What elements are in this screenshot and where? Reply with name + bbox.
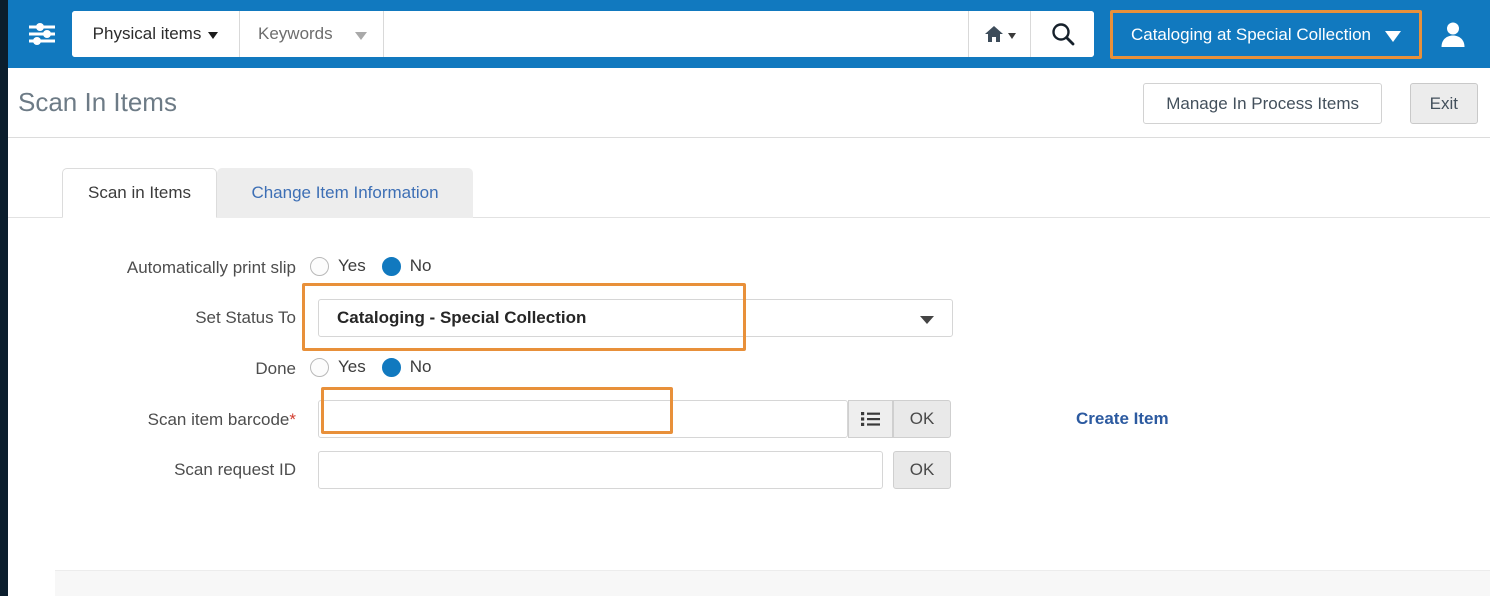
- done-radio-group: Yes No: [310, 357, 431, 377]
- chevron-down-icon: [920, 316, 934, 324]
- done-radio-no[interactable]: No: [381, 357, 432, 377]
- scan-barcode-ok-button[interactable]: OK: [893, 400, 951, 438]
- radio-label: No: [409, 256, 432, 275]
- user-avatar-icon: [1441, 22, 1465, 47]
- page-title: Scan In Items: [18, 87, 177, 117]
- set-status-label: Set Status To: [195, 308, 296, 327]
- required-marker: *: [289, 410, 296, 429]
- tab-label: Scan in Items: [88, 183, 191, 202]
- set-status-select[interactable]: Cataloging - Special Collection: [318, 299, 953, 337]
- chevron-down-icon: [208, 31, 219, 39]
- set-status-value: Cataloging - Special Collection: [337, 308, 587, 327]
- radio-label: Yes: [338, 357, 366, 376]
- institution-scope-selector[interactable]: Cataloging at Special Collection: [1110, 10, 1422, 59]
- search-scope-dropdown[interactable]: Physical items: [72, 11, 240, 57]
- radio-selected-icon: [381, 357, 401, 377]
- radio-label: Yes: [338, 256, 366, 275]
- scan-in-items-form: Automatically print slip Yes No Set Stat…: [8, 218, 1490, 596]
- chevron-down-icon: [354, 31, 367, 40]
- user-menu-button[interactable]: [1432, 14, 1474, 54]
- radio-unselected-icon: [310, 357, 329, 377]
- scan-barcode-label-text: Scan item barcode: [147, 410, 290, 429]
- search-scope-label: Physical items: [92, 24, 202, 43]
- search-button[interactable]: [1030, 11, 1094, 57]
- scan-barcode-input[interactable]: [318, 400, 848, 438]
- print-slip-radio-yes[interactable]: Yes: [310, 256, 366, 276]
- home-icon: [984, 26, 1003, 42]
- tab-strip: Scan in Items Change Item Information: [8, 168, 1490, 218]
- left-nav-rail: [0, 0, 8, 596]
- chevron-down-icon: [1007, 33, 1016, 39]
- done-label: Done: [255, 359, 296, 378]
- print-slip-radio-no[interactable]: No: [381, 256, 432, 276]
- list-icon: [861, 412, 880, 426]
- search-field-dropdown[interactable]: Keywords: [240, 11, 384, 57]
- create-item-link[interactable]: Create Item: [1076, 409, 1169, 429]
- top-header-bar: Physical items Keywords Cataloging at Sp…: [0, 0, 1490, 68]
- print-slip-radio-group: Yes No: [310, 256, 431, 276]
- search-icon: [1051, 23, 1074, 46]
- print-slip-label: Automatically print slip: [126, 258, 296, 277]
- scan-request-input[interactable]: [318, 451, 883, 489]
- barcode-list-button[interactable]: [848, 400, 893, 438]
- home-button[interactable]: [968, 11, 1030, 57]
- search-input[interactable]: [384, 11, 968, 57]
- radio-selected-icon: [381, 256, 401, 276]
- tab-change-item-information[interactable]: Change Item Information: [217, 168, 473, 218]
- scan-barcode-label: Scan item barcode*: [56, 410, 296, 430]
- radio-label: No: [409, 357, 432, 376]
- scan-request-label: Scan request ID: [174, 460, 296, 479]
- scan-request-ok-button[interactable]: OK: [893, 451, 951, 489]
- done-radio-yes[interactable]: Yes: [310, 357, 366, 377]
- tab-scan-in-items[interactable]: Scan in Items: [62, 168, 217, 218]
- search-field-label: Keywords: [258, 24, 333, 43]
- manage-in-process-items-button[interactable]: Manage In Process Items: [1143, 83, 1382, 124]
- radio-unselected-icon: [310, 256, 329, 276]
- sliders-icon[interactable]: [20, 14, 64, 54]
- tab-label: Change Item Information: [251, 183, 439, 202]
- institution-scope-label: Cataloging at Special Collection: [1130, 24, 1372, 44]
- exit-button[interactable]: Exit: [1409, 83, 1478, 124]
- footer-band: [55, 570, 1490, 596]
- chevron-down-icon: [1385, 30, 1402, 42]
- page-title-bar: Scan In Items Manage In Process Items Ex…: [8, 68, 1490, 138]
- global-search-bar: Physical items Keywords: [72, 11, 1094, 57]
